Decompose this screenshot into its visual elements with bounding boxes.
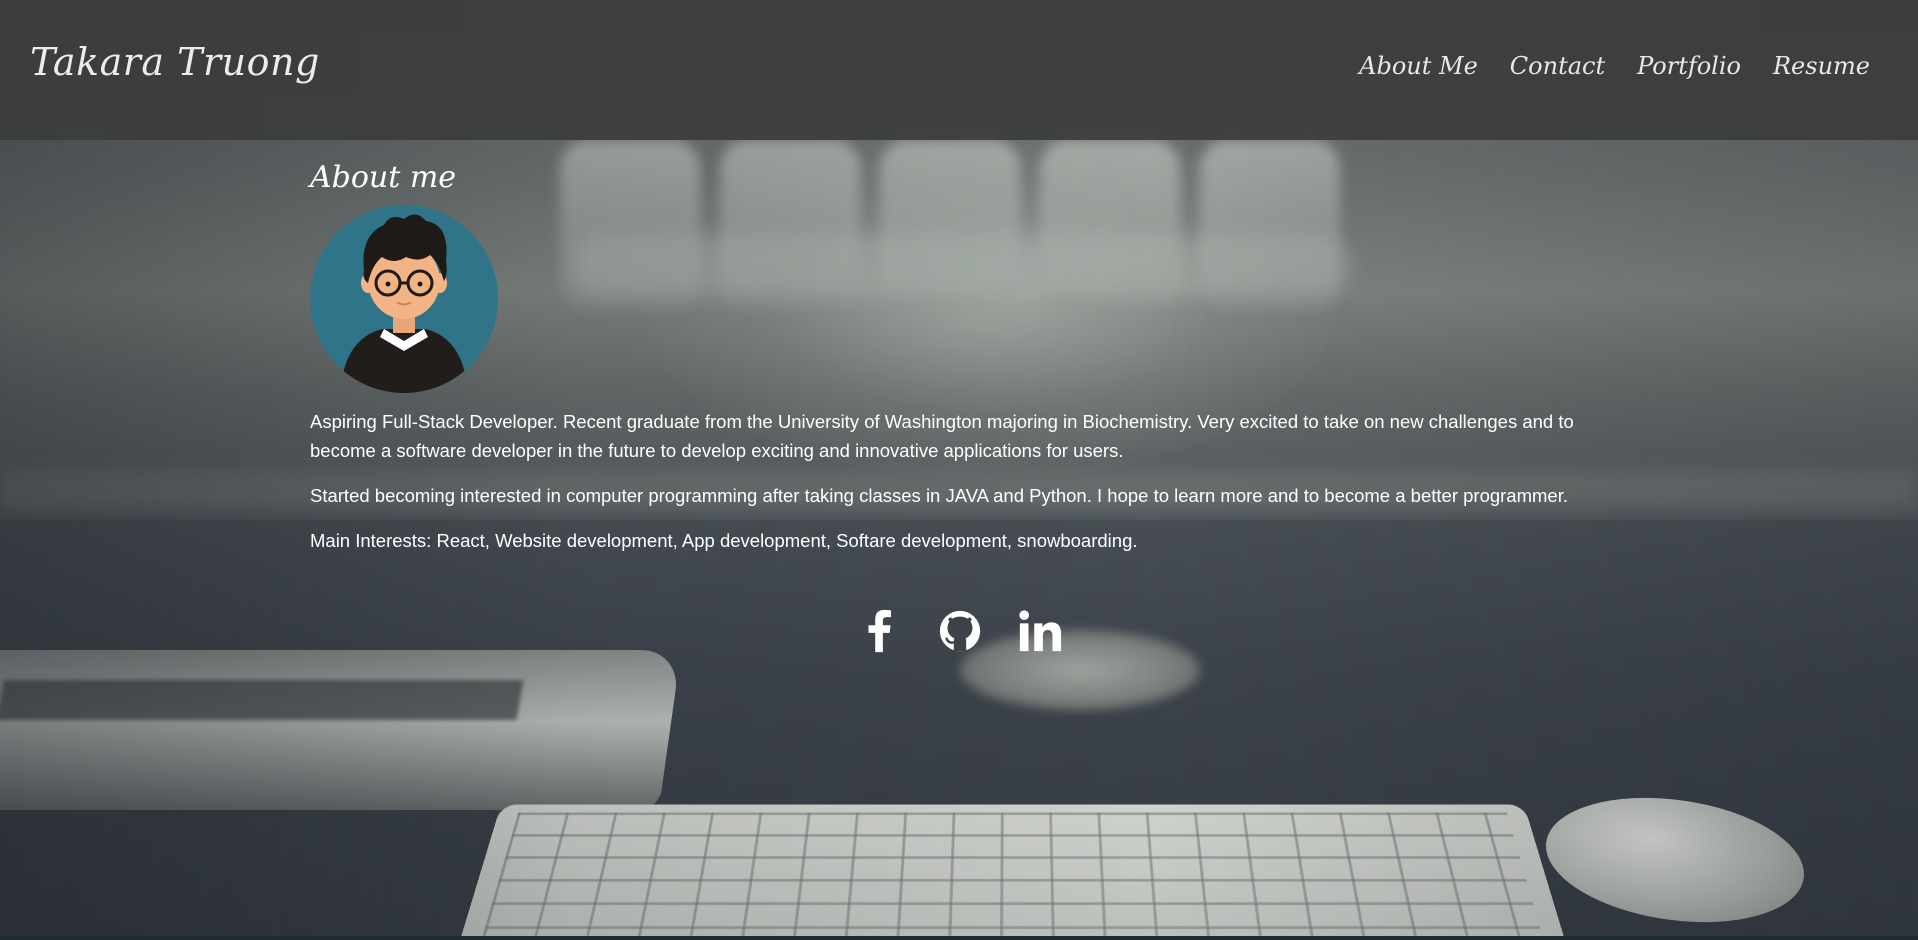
site-header: Takara Truong About Me Contact Portfolio… (0, 0, 1918, 140)
nav-link-about-me[interactable]: About Me (1359, 52, 1478, 80)
social-links (310, 608, 1610, 654)
facebook-icon (857, 608, 903, 654)
section-title: About me (310, 160, 1610, 195)
nav-link-portfolio[interactable]: Portfolio (1637, 52, 1741, 80)
main-nav: About Me Contact Portfolio Resume (1359, 52, 1870, 80)
nav-link-resume[interactable]: Resume (1773, 52, 1870, 80)
linkedin-link[interactable] (1017, 608, 1063, 654)
about-paragraph-3: Main Interests: React, Website developme… (310, 526, 1610, 555)
brand-logo-link[interactable]: Takara Truong (30, 40, 320, 84)
developer-avatar-icon (310, 205, 498, 393)
nav-link-contact[interactable]: Contact (1510, 52, 1605, 80)
about-paragraph-1: Aspiring Full-Stack Developer. Recent gr… (310, 407, 1610, 465)
github-icon (937, 608, 983, 654)
github-link[interactable] (937, 608, 983, 654)
facebook-link[interactable] (857, 608, 903, 654)
about-paragraph-2: Started becoming interested in computer … (310, 481, 1610, 510)
about-section: About me Aspiring Full-Stack Developer. … (310, 160, 1610, 555)
page: Takara Truong About Me Contact Portfolio… (0, 0, 1918, 940)
linkedin-icon (1017, 608, 1063, 654)
